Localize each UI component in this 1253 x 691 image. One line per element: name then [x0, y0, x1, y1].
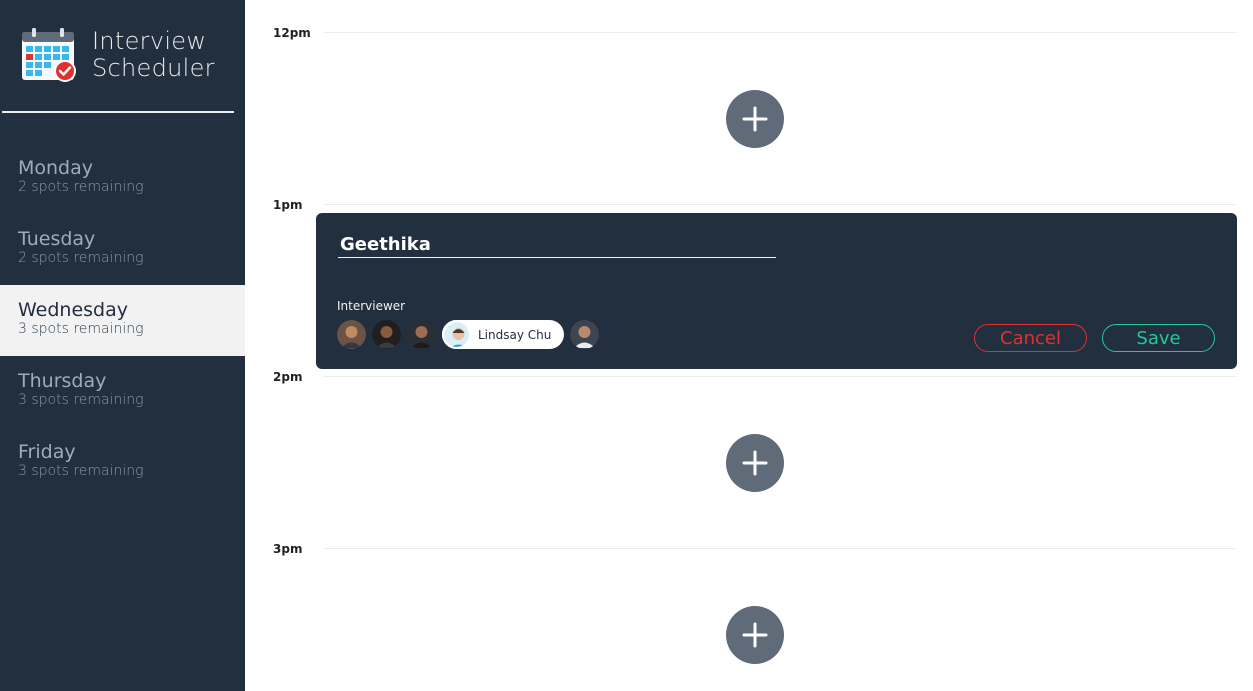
day-item-tuesday[interactable]: Tuesday 2 spots remaining: [0, 214, 245, 285]
day-item-monday[interactable]: Monday 2 spots remaining: [0, 143, 245, 214]
add-appointment-button[interactable]: [726, 606, 784, 664]
interviewer-avatar[interactable]: [372, 320, 401, 349]
student-name-input[interactable]: [338, 231, 776, 258]
day-name: Wednesday: [18, 299, 129, 321]
app-title: Interview Scheduler: [92, 28, 215, 82]
interviewer-avatar[interactable]: [570, 320, 600, 349]
interviewer-avatar: [442, 320, 471, 349]
save-button[interactable]: Save: [1102, 324, 1215, 352]
interviewer-selected[interactable]: Lindsay Chu: [442, 320, 565, 349]
cancel-button[interactable]: Cancel: [974, 324, 1087, 352]
interviewer-avatar[interactable]: [337, 320, 366, 349]
interviewer-label: Interviewer: [337, 299, 406, 313]
time-divider: [324, 204, 1237, 205]
day-name: Friday: [18, 441, 76, 463]
day-spots: 2 spots remaining: [18, 179, 144, 195]
day-name: Monday: [18, 157, 94, 179]
app: Interview Scheduler Monday 2 spots remai…: [0, 0, 1253, 691]
time-divider: [324, 548, 1237, 549]
appointment-form: Interviewer Lindsay Chu: [316, 213, 1237, 369]
time-divider: [324, 376, 1237, 377]
add-appointment-button[interactable]: [726, 90, 784, 148]
day-item-thursday[interactable]: Thursday 3 spots remaining: [0, 356, 245, 427]
calendar-check-icon: [22, 28, 76, 82]
time-label-3pm: 3pm: [273, 542, 303, 556]
sidebar-divider: [2, 111, 234, 113]
add-appointment-button[interactable]: [726, 434, 784, 492]
plus-icon: [742, 106, 768, 132]
day-name: Thursday: [18, 370, 107, 392]
app-title-line2: Scheduler: [92, 54, 215, 82]
time-divider: [324, 32, 1237, 33]
time-label-1pm: 1pm: [273, 198, 303, 212]
day-spots: 2 spots remaining: [18, 250, 144, 266]
interviewer-name: Lindsay Chu: [478, 327, 552, 342]
day-spots: 3 spots remaining: [18, 463, 144, 479]
day-item-friday[interactable]: Friday 3 spots remaining: [0, 427, 245, 498]
time-label-12pm: 12pm: [273, 26, 311, 40]
sidebar: Interview Scheduler Monday 2 spots remai…: [0, 0, 245, 691]
schedule: 12pm 1pm Interviewer: [245, 0, 1253, 691]
day-spots: 3 spots remaining: [18, 321, 144, 337]
brand: Interview Scheduler: [20, 26, 215, 84]
interviewer-list: Lindsay Chu: [337, 320, 605, 349]
day-name: Tuesday: [18, 228, 96, 250]
day-list: Monday 2 spots remaining Tuesday 2 spots…: [0, 143, 245, 498]
day-spots: 3 spots remaining: [18, 392, 144, 408]
plus-icon: [742, 622, 768, 648]
plus-icon: [742, 450, 768, 476]
interviewer-avatar[interactable]: [407, 320, 436, 349]
day-item-wednesday[interactable]: Wednesday 3 spots remaining: [0, 285, 245, 356]
time-label-2pm: 2pm: [273, 370, 303, 384]
app-title-line1: Interview: [92, 27, 207, 55]
